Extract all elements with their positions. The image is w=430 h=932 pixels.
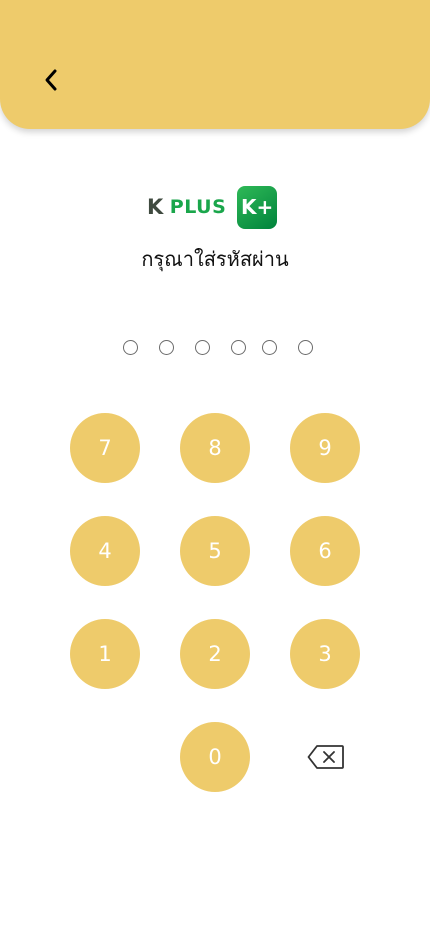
key-5[interactable]: 5 — [180, 516, 250, 586]
key-9[interactable]: 9 — [290, 413, 360, 483]
kplus-logo: K PLUS K+ — [147, 185, 277, 229]
pin-dot — [262, 340, 277, 355]
key-7[interactable]: 7 — [70, 413, 140, 483]
logo-k-mark: K — [147, 195, 164, 219]
pin-dot — [159, 340, 174, 355]
key-0[interactable]: 0 — [180, 722, 250, 792]
kplus-wordmark: K PLUS — [147, 195, 226, 219]
kplus-badge-icon: K+ — [237, 185, 277, 229]
key-3[interactable]: 3 — [290, 619, 360, 689]
header-bar — [0, 0, 430, 129]
backspace-icon — [307, 745, 344, 769]
back-button[interactable] — [34, 63, 68, 97]
key-1[interactable]: 1 — [70, 619, 140, 689]
key-4[interactable]: 4 — [70, 516, 140, 586]
key-8[interactable]: 8 — [180, 413, 250, 483]
passcode-prompt: กรุณาใส่รหัสผ่าน — [141, 247, 289, 271]
key-2[interactable]: 2 — [180, 619, 250, 689]
pin-dot — [195, 340, 210, 355]
key-6[interactable]: 6 — [290, 516, 360, 586]
pin-dot — [123, 340, 138, 355]
logo-plus-text: PLUS — [169, 196, 227, 218]
pin-dot — [298, 340, 313, 355]
pin-dot — [231, 340, 246, 355]
chevron-left-icon — [45, 69, 57, 91]
pin-indicator — [0, 340, 430, 358]
delete-button[interactable] — [307, 744, 345, 770]
